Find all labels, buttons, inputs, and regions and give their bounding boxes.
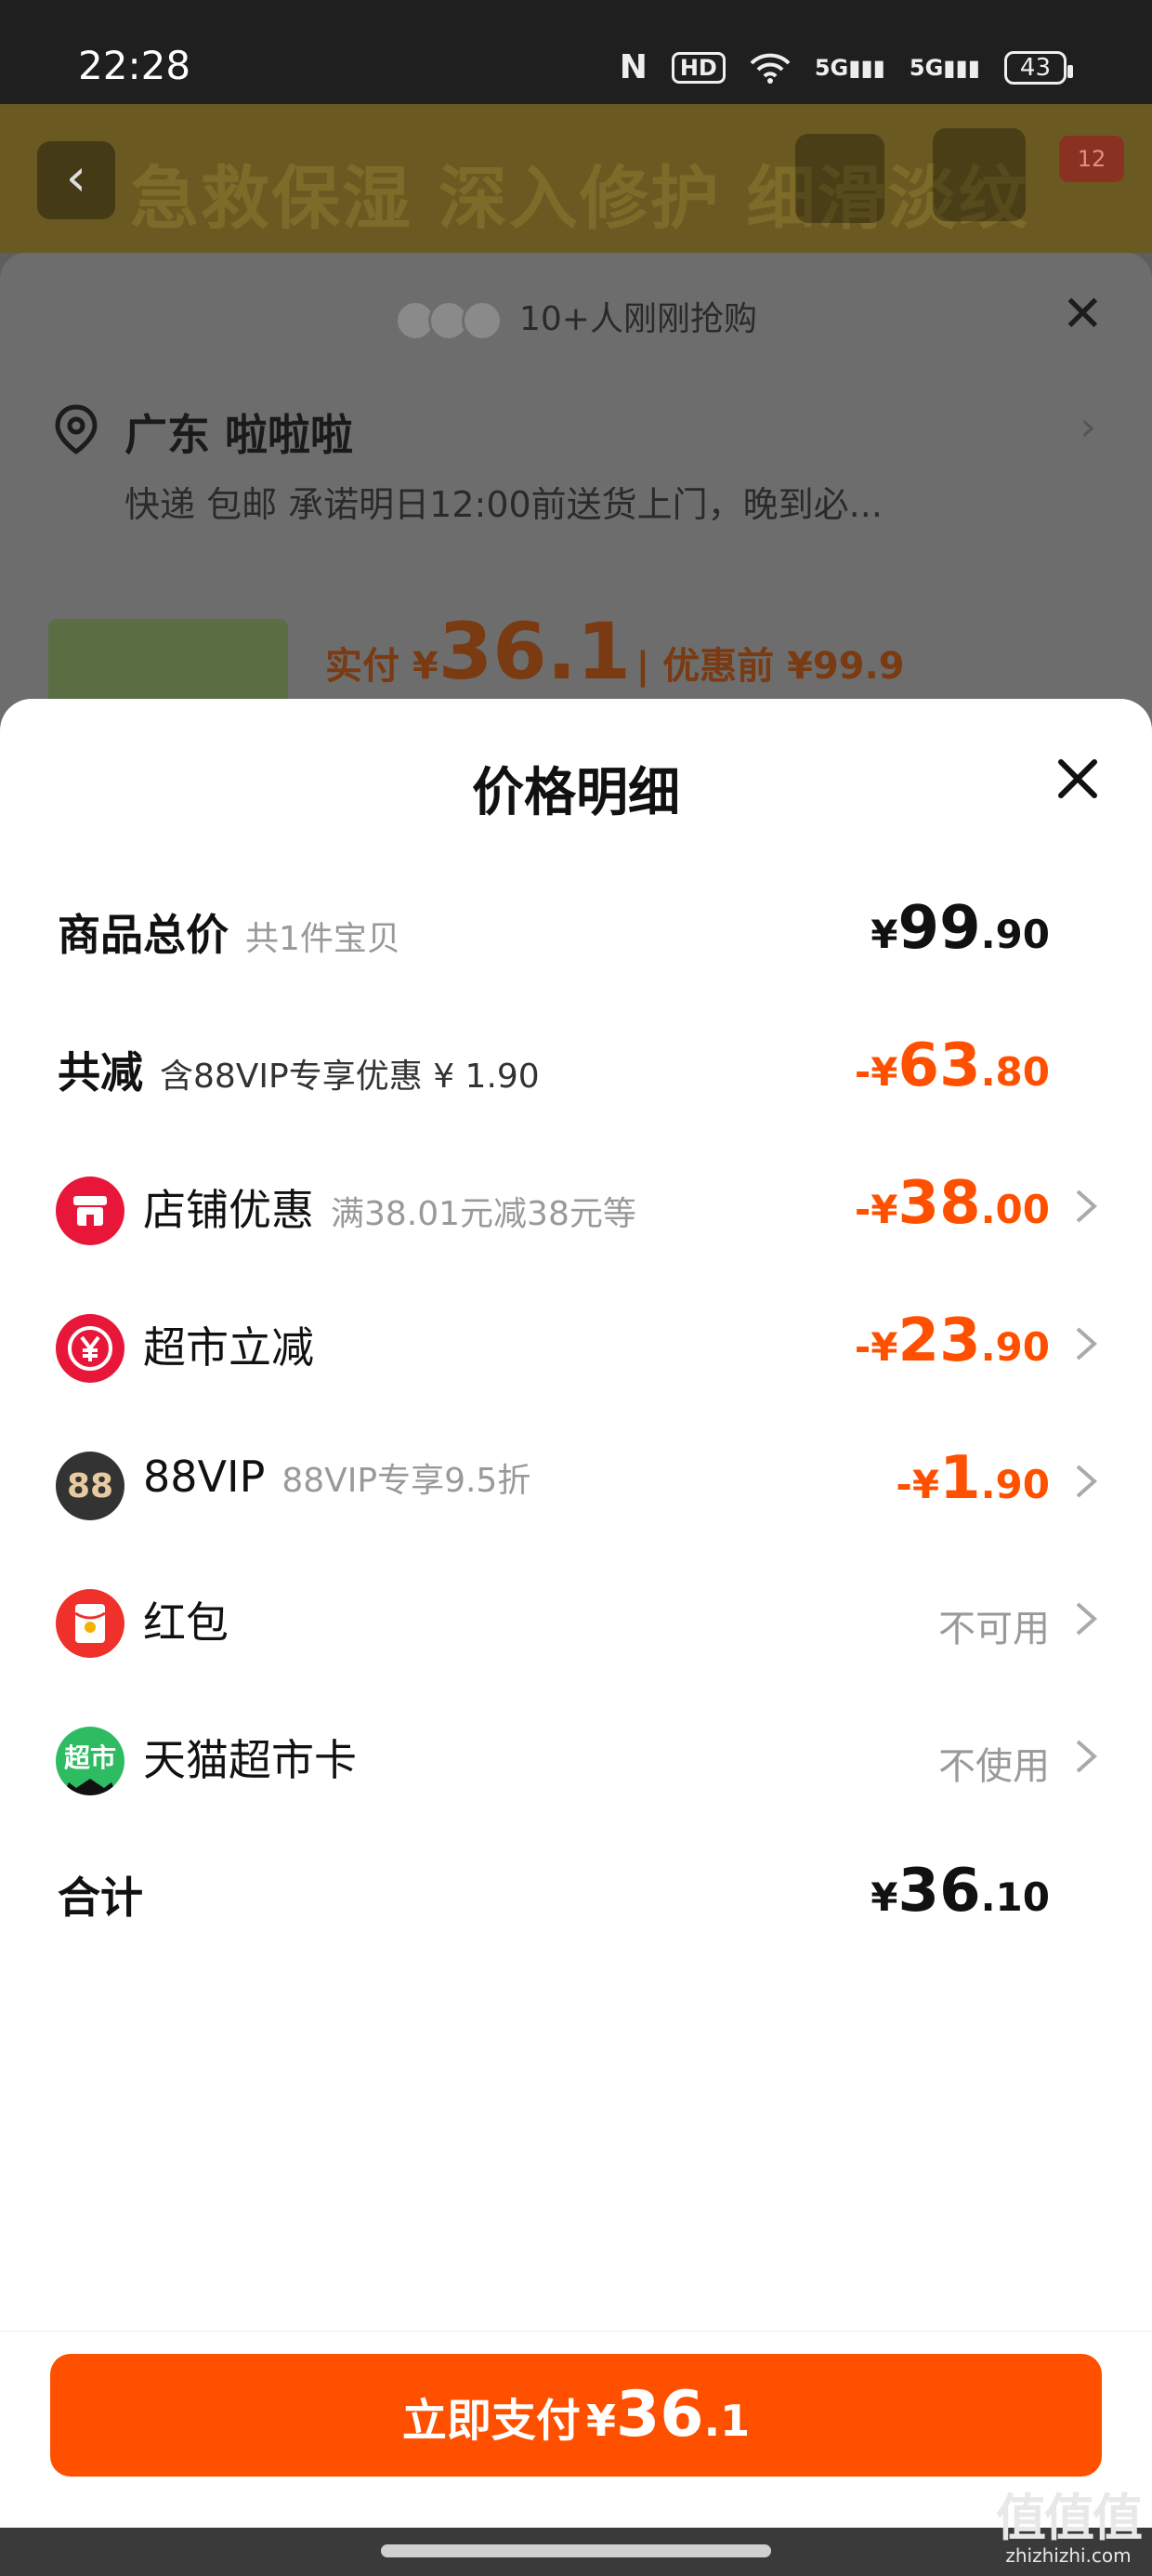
shop-discount-label: 店铺优惠 [143,1185,314,1235]
sum-label: 合计 [58,1873,143,1923]
sum-row: 合计 ¥36.10 [0,1838,1152,1950]
chevron-right-icon[interactable]: › [1080,403,1096,451]
vip88-discount-row[interactable]: 88 88VIP 88VIP专享9.5折 -¥ 1.90 [0,1426,1152,1537]
recent-buyers-text: 10+人刚刚抢购 [519,300,757,338]
total-discount-label: 共减 [58,1047,143,1097]
item-count: 共1件宝贝 [245,920,400,958]
gesture-bar [0,2528,1152,2576]
red-packet-icon [56,1589,124,1658]
chevron-right-icon [1076,1189,1098,1223]
product-banner-text: 急救保湿 深入修护 细滑淡纹 [130,159,1029,239]
tmall-card-status: 不使用 [938,1745,1050,1788]
watermark-logo: 值值值 [996,2489,1143,2547]
pay-now-button[interactable]: 立即支付 ¥36.1 [50,2354,1102,2477]
status-bar: 22:28 N HD 5G▮▮▮ 5G▮▮▮ 43 [0,0,1152,104]
pay-bar: 立即支付 ¥36.1 [0,2331,1152,2528]
close-icon[interactable]: ✕ [1062,284,1104,343]
hd-icon: HD [671,51,726,84]
watermark-domain: zhizhizhi.com [1005,2544,1132,2567]
status-time: 22:28 [78,43,191,88]
goods-total-row: 商品总价 共1件宝贝 ¥99.90 [0,875,1152,987]
tmall-card-row[interactable]: 超市 天猫超市卡 不使用 [0,1701,1152,1812]
recent-buyers: 10+人刚刚抢购 [0,292,1152,341]
status-icons: N HD 5G▮▮▮ 5G▮▮▮ 43 [619,48,1074,86]
chevron-right-icon [1076,1327,1098,1360]
shop-discount-amount: -¥ 38.00 [854,1169,1050,1238]
product-header-dimmed: ‹ 急救保湿 深入修护 细滑淡纹 12 [0,104,1152,253]
address-title: 广东 啦啦啦 [124,410,354,460]
wifi-icon [750,53,791,84]
red-packet-row[interactable]: 红包 不可用 [0,1563,1152,1675]
price-detail-sheet: 价格明细 商品总价 共1件宝贝 ¥99.90 共减 含88VIP专享优惠 ¥ 1… [0,699,1152,2576]
shop-discount-rule: 满38.01元减38元等 [331,1195,636,1233]
chevron-right-icon [1076,1465,1098,1498]
supermarket-discount-row[interactable]: 超市立减 -¥ 23.90 [0,1288,1152,1400]
goods-total-label: 商品总价 [58,910,229,960]
red-packet-status: 不可用 [938,1608,1050,1650]
chevron-right-icon [1076,1602,1098,1636]
total-discount-row: 共减 含88VIP专享优惠 ¥ 1.90 -¥ 63.80 [0,1013,1152,1124]
buyer-avatars [395,300,506,341]
supermarket-discount-amount: -¥ 23.90 [854,1307,1050,1375]
tmall-card-icon: 超市 [56,1727,124,1795]
goods-total-amount: ¥99.90 [871,894,1050,963]
shop-discount-row[interactable]: 店铺优惠 满38.01元减38元等 -¥ 38.00 [0,1150,1152,1262]
vip88-icon: 88 [56,1452,124,1520]
delivery-info: 快递 包邮 承诺明日12:00前送货上门，晚到必... [124,484,883,525]
vip-discount-note: 含88VIP专享优惠 ¥ 1.90 [160,1058,540,1096]
shop-icon [56,1176,124,1245]
red-packet-label: 红包 [143,1597,229,1648]
chevron-right-icon [1076,1740,1098,1773]
home-indicator[interactable] [381,2544,771,2557]
battery-icon: 43 [1003,50,1074,85]
back-icon[interactable]: ‹ [37,141,115,219]
vip88-discount-amount: -¥ 1.90 [896,1444,1050,1513]
cart-badge: 12 [1059,136,1124,182]
more-icon[interactable] [933,128,1026,221]
signal-icon-2: 5G▮▮▮ [909,54,980,81]
vip88-rule: 88VIP专享9.5折 [281,1462,531,1500]
location-pin-icon [55,404,98,455]
yuan-icon [56,1314,124,1383]
supermarket-discount-label: 超市立减 [143,1322,314,1373]
sum-amount: ¥36.10 [871,1857,1050,1925]
watermark: 值值值 zhizhizhi.com [996,2489,1143,2568]
sheet-title: 价格明细 [472,763,680,823]
total-discount-amount: -¥ 63.80 [854,1032,1050,1100]
share-icon[interactable] [795,134,884,223]
tmall-card-label: 天猫超市卡 [143,1735,357,1785]
vip88-label: 88VIP [143,1452,266,1502]
price-summary: 实付 ¥36.1 | 优惠前 ¥99.9 [325,606,905,697]
signal-icon-1: 5G▮▮▮ [814,54,885,81]
nfc-icon: N [619,48,648,86]
close-icon[interactable] [1050,751,1106,807]
checkout-screen: 22:28 N HD 5G▮▮▮ 5G▮▮▮ 43 ‹ 急救保湿 深入修护 细滑… [0,0,1152,2576]
